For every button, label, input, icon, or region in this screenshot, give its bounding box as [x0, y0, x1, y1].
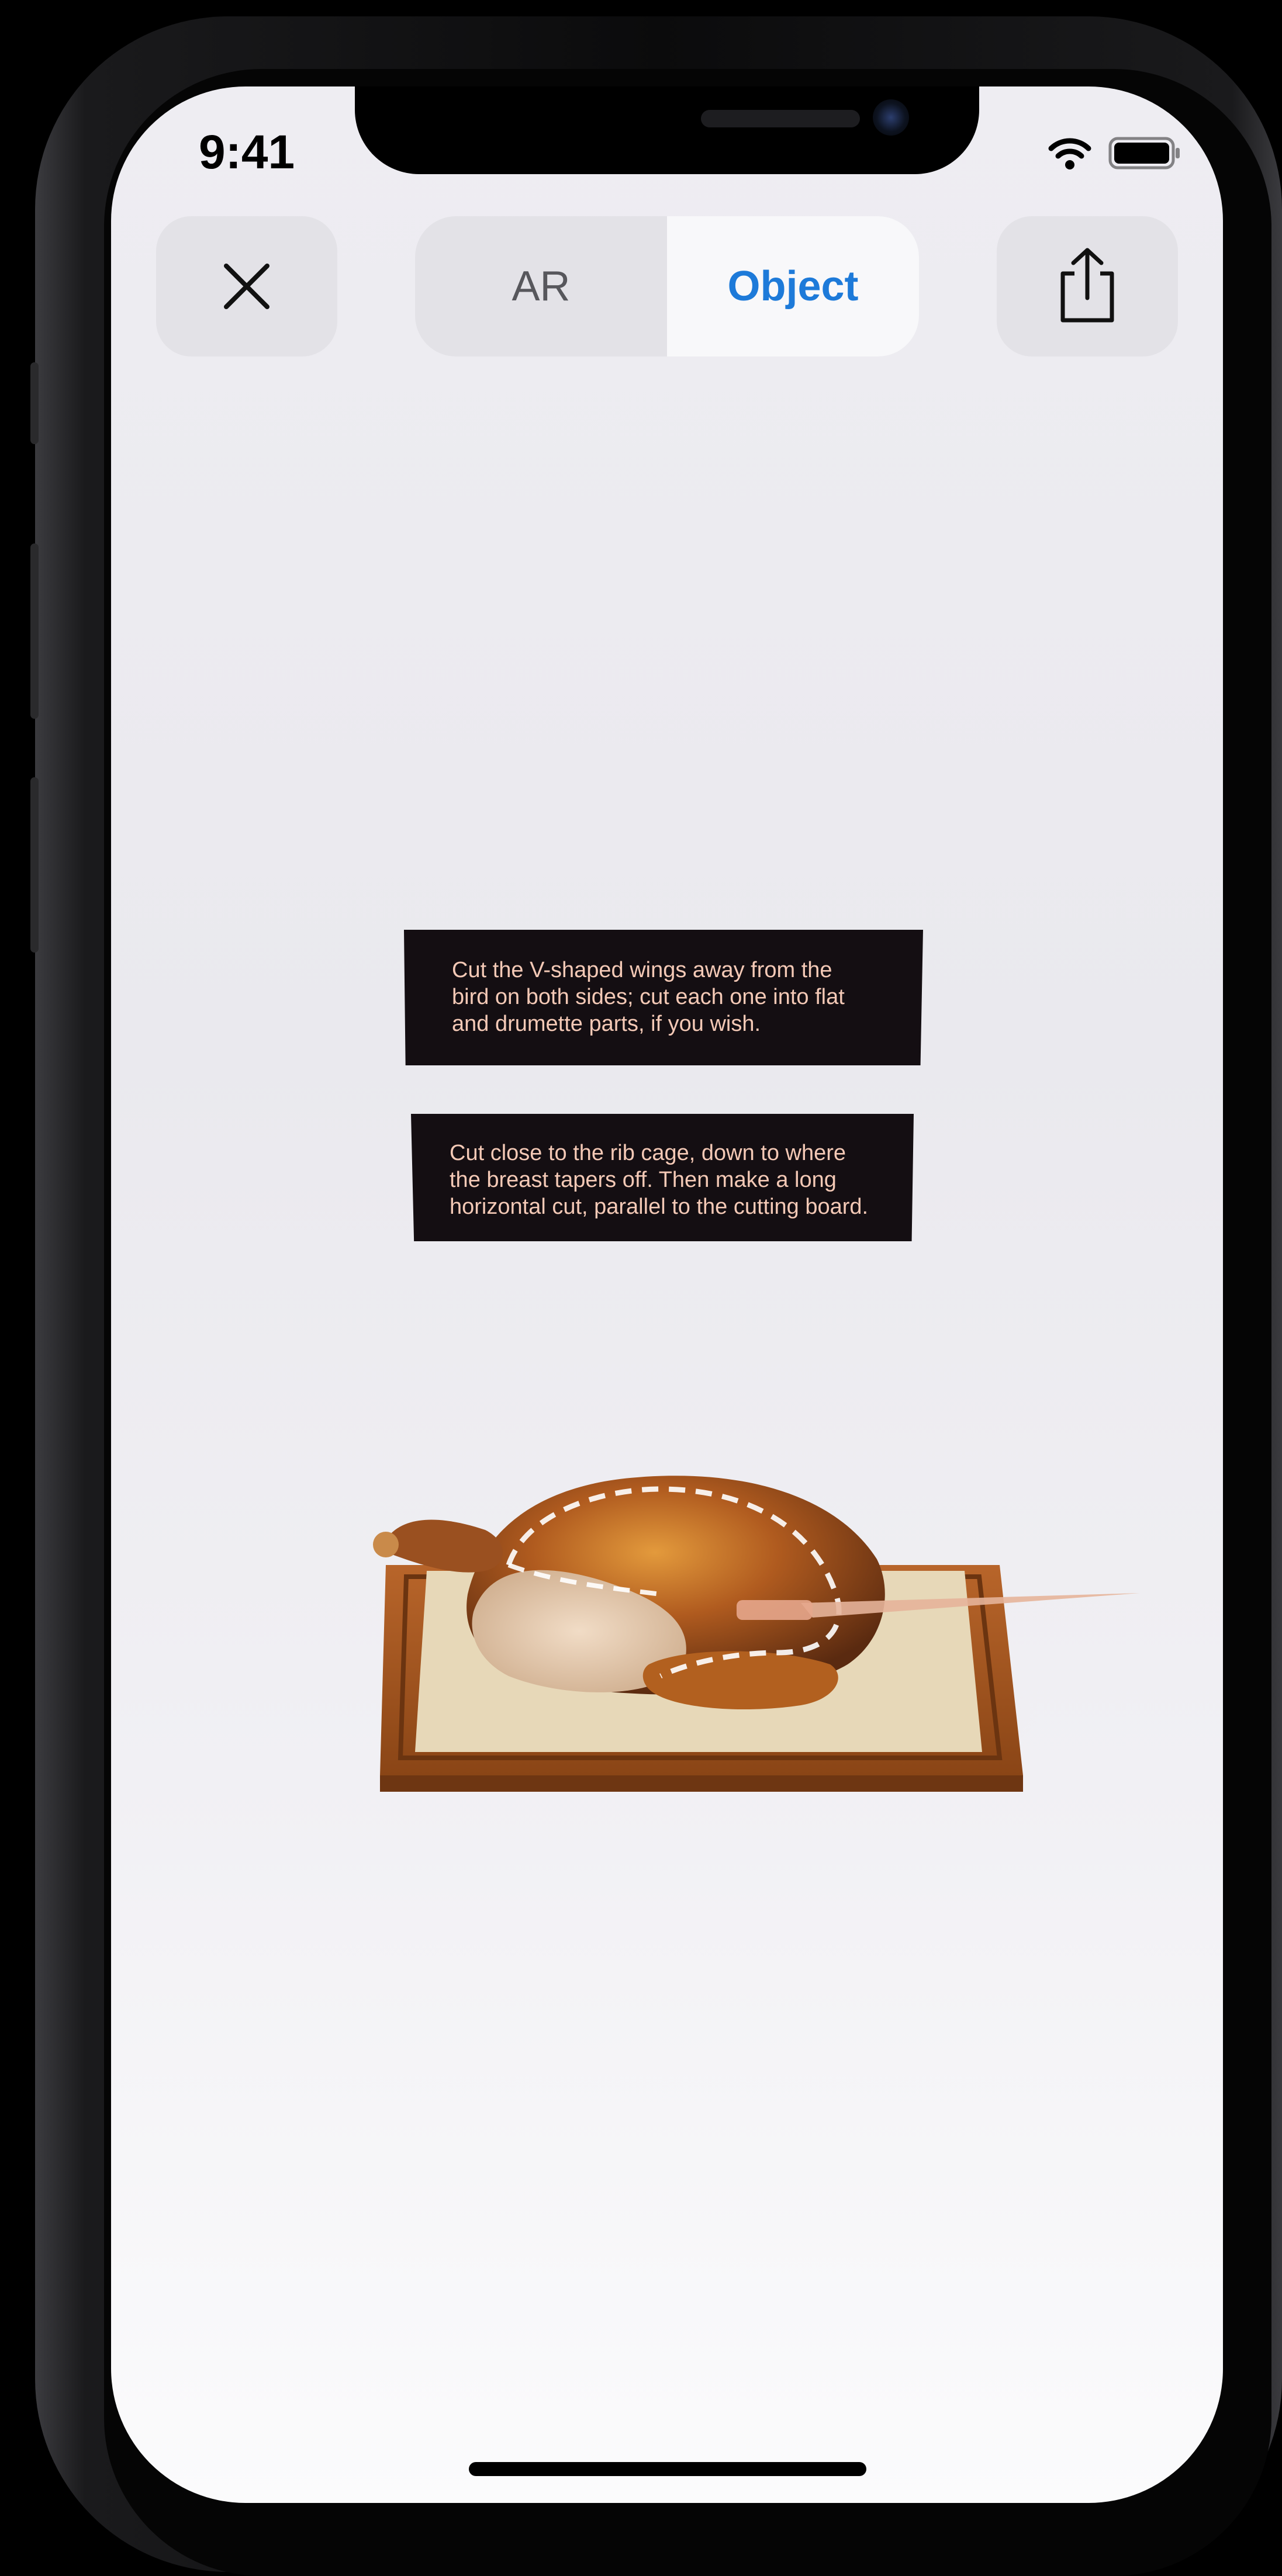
home-indicator[interactable] [469, 2462, 866, 2476]
segment-object[interactable]: Object [667, 216, 919, 356]
speaker [701, 110, 860, 127]
close-icon [156, 216, 337, 356]
instruction-card-wings: Cut the V-shaped wings away from the bir… [404, 930, 923, 1065]
instruction-line: and drumette parts, if you wish. [452, 1012, 761, 1036]
side-button-volume-down [30, 777, 39, 953]
cutting-board-edge [380, 1775, 1023, 1792]
instruction-line: the breast tapers off. Then make a long [450, 1168, 837, 1192]
instruction-line: Cut the V-shaped wings away from the [452, 958, 832, 982]
battery-icon [1108, 137, 1180, 169]
instruction-line: Cut close to the rib cage, down to where [450, 1141, 846, 1165]
share-icon [997, 216, 1178, 356]
side-button-volume-up [30, 543, 39, 719]
segment-ar[interactable]: AR [415, 216, 667, 356]
instruction-line: bird on both sides; cut each one into fl… [452, 985, 845, 1009]
turkey-leg [389, 1519, 503, 1573]
status-icons [1046, 136, 1181, 171]
view-mode-segmented-control: AR Object [415, 216, 919, 356]
side-button-mute [30, 362, 39, 444]
notch [355, 86, 979, 174]
share-button[interactable] [997, 216, 1178, 356]
instruction-card-breast: Cut close to the rib cage, down to where… [411, 1114, 914, 1241]
front-camera [873, 99, 909, 136]
status-time: 9:41 [199, 126, 295, 179]
instruction-line: horizontal cut, parallel to the cutting … [450, 1194, 869, 1219]
turkey-drumstick [642, 1651, 838, 1710]
app-screen: 9:41 AR Object Cut the V-shaped wings aw… [111, 86, 1223, 2503]
turkey-3d-model[interactable] [333, 1372, 1152, 1810]
close-button[interactable] [156, 216, 337, 356]
wifi-icon [1048, 138, 1091, 169]
